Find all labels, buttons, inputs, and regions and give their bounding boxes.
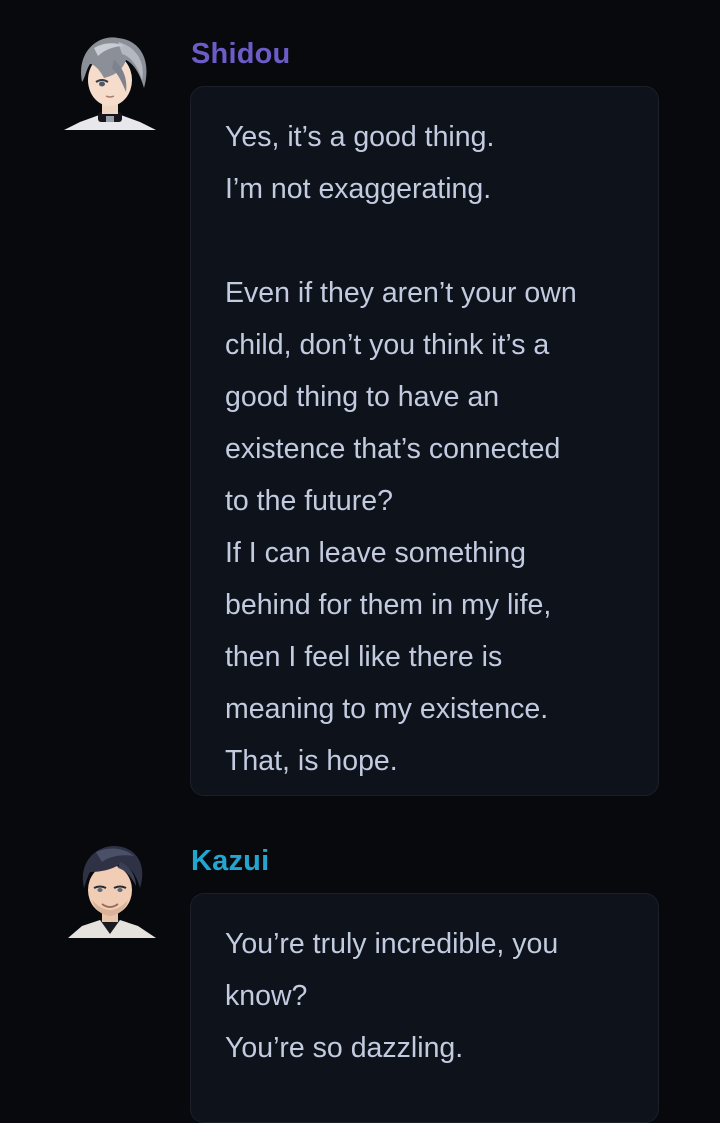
shidou-avatar[interactable] [60, 30, 160, 130]
message-line: meaning to my existence. [225, 693, 549, 725]
speaker-name: Shidou [191, 38, 291, 70]
message-line: You’re truly incredible, you [225, 928, 559, 960]
message-line: know? [225, 980, 308, 1012]
message-line: Yes, it’s a good thing. [225, 121, 495, 153]
message-line: good thing to have an [225, 381, 500, 413]
message-line: behind for them in my life, [225, 589, 552, 621]
kazui-avatar[interactable] [60, 838, 160, 938]
message-line: That, is hope. [225, 745, 398, 777]
speaker-name: Kazui [191, 845, 270, 877]
message-line: I’m not exaggerating. [225, 173, 492, 205]
message-line: You’re so dazzling. [225, 1032, 464, 1064]
message-line: then I feel like there is [225, 641, 503, 673]
message-line: If I can leave something [225, 537, 527, 569]
message-line: child, don’t you think it’s a [225, 329, 550, 361]
message-line: existence that’s connected [225, 433, 561, 465]
message-bubble: Yes, it’s a good thing. I’m not exaggera… [190, 86, 659, 796]
message-line-blank [225, 215, 638, 267]
message-line: to the future? [225, 485, 393, 517]
message-line: Even if they aren’t your own [225, 277, 577, 309]
message-bubble: You’re truly incredible, you know? You’r… [190, 893, 659, 1123]
